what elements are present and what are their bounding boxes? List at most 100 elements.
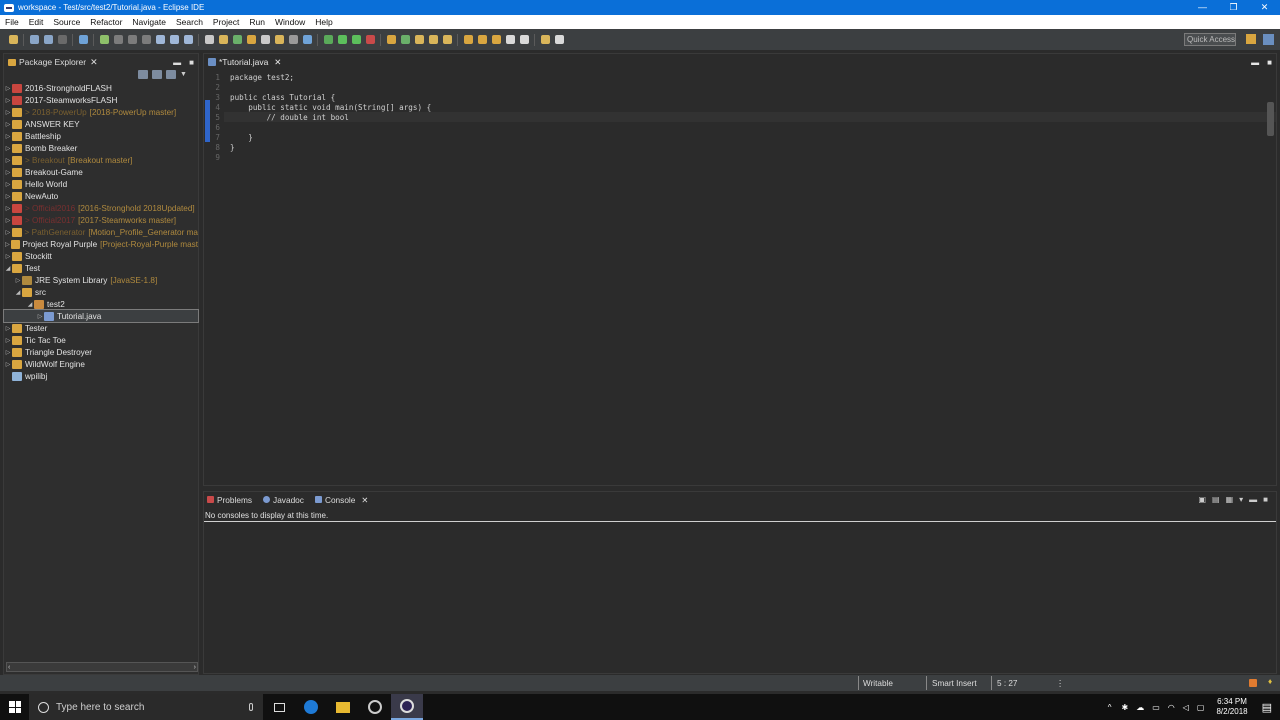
new-java-project-icon[interactable]	[246, 35, 256, 44]
windows-start-icon[interactable]	[9, 701, 21, 713]
refresh-icon[interactable]	[400, 35, 410, 44]
scroll-right-icon[interactable]: ›	[194, 664, 196, 671]
list-item[interactable]: ▷ Triangle Destroyer	[4, 346, 198, 358]
list-item[interactable]: ▷ WildWolf Engine	[4, 358, 198, 370]
list-item[interactable]: ◢ src	[4, 286, 198, 298]
build-icon[interactable]	[386, 35, 396, 44]
maximize-view-icon[interactable]: ■	[1267, 58, 1272, 67]
list-item[interactable]: ▷ NewAuto	[4, 190, 198, 202]
list-item[interactable]: ▷ > Official2017 [2017-Steamworks master]	[4, 214, 198, 226]
expand-arrow-icon[interactable]: ▷	[4, 337, 12, 344]
expand-arrow-icon[interactable]: ▷	[14, 277, 22, 284]
list-item[interactable]: ▷ ANSWER KEY	[4, 118, 198, 130]
new-class-icon[interactable]	[232, 35, 242, 44]
expand-arrow-icon[interactable]: ▷	[4, 169, 12, 176]
collapse-arrow-icon[interactable]: ◢	[4, 265, 12, 272]
run-icon[interactable]	[337, 35, 347, 44]
navigate-forward-icon[interactable]	[554, 35, 564, 44]
step-over-icon[interactable]	[169, 35, 179, 44]
save-all-icon[interactable]	[43, 35, 53, 44]
menu-window[interactable]: Window	[270, 17, 310, 27]
menu-help[interactable]: Help	[310, 17, 337, 27]
pen-icon[interactable]	[442, 35, 452, 44]
volume-icon[interactable]: ◁	[1183, 703, 1189, 712]
taskbar-search-box[interactable]: Type here to search	[29, 694, 263, 720]
close-icon[interactable]: ✕	[274, 57, 281, 68]
pin-console-icon[interactable]: ▤	[1212, 495, 1220, 504]
expand-arrow-icon[interactable]: ▷	[4, 97, 12, 104]
package-explorer-tab[interactable]: Package Explorer	[19, 57, 86, 67]
collapse-arrow-icon[interactable]: ◢	[26, 301, 34, 308]
cloud-icon[interactable]: ☁	[1136, 703, 1144, 712]
skip-breakpoints-icon[interactable]	[78, 35, 88, 44]
expand-arrow-icon[interactable]: ▷	[4, 145, 12, 152]
chrome-browser-icon[interactable]	[359, 694, 391, 720]
eclipse-taskbar-icon[interactable]	[391, 694, 423, 720]
tab-problems[interactable]: Problems	[204, 495, 252, 505]
java-perspective-icon[interactable]	[1263, 34, 1274, 45]
list-item[interactable]: ▷ 2017-SteamworksFLASH	[4, 94, 198, 106]
open-type-icon[interactable]	[260, 35, 270, 44]
battery-icon[interactable]: ▭	[1152, 703, 1160, 712]
list-item[interactable]: ◢ test2	[4, 298, 198, 310]
expand-arrow-icon[interactable]: ▷	[4, 157, 12, 164]
menu-refactor[interactable]: Refactor	[85, 17, 127, 27]
expand-arrow-icon[interactable]: ▷	[4, 85, 12, 92]
close-icon[interactable]: ✕	[361, 495, 368, 505]
expand-arrow-icon[interactable]: ▷	[36, 313, 44, 320]
open-perspective-icon[interactable]	[1246, 34, 1256, 44]
menu-file[interactable]: File	[0, 17, 24, 27]
tab-console[interactable]: Console ✕	[312, 495, 368, 505]
tab-tutorial-java[interactable]: *Tutorial.java	[219, 57, 268, 67]
notification-icon[interactable]: ▤	[1262, 701, 1272, 714]
file-explorer-icon[interactable]	[327, 694, 359, 720]
open-task-icon[interactable]	[274, 35, 284, 44]
new-icon[interactable]	[8, 35, 18, 44]
monitor-icon[interactable]: ▢	[1197, 703, 1205, 712]
menu-run[interactable]: Run	[244, 17, 270, 27]
collapse-arrow-icon[interactable]: ◢	[14, 289, 22, 296]
print-icon[interactable]	[57, 35, 67, 44]
list-item[interactable]: wpilibj	[4, 370, 198, 382]
maximize-view-icon[interactable]: ■	[1263, 495, 1268, 504]
link-with-editor-icon[interactable]	[152, 70, 162, 79]
chevron-down-icon[interactable]: ▼	[180, 70, 190, 79]
expand-arrow-icon[interactable]: ▷	[4, 325, 12, 332]
list-item-selected[interactable]: ▷ Tutorial.java	[3, 309, 199, 323]
list-item[interactable]: ▷ Breakout-Game	[4, 166, 198, 178]
expand-arrow-icon[interactable]: ▷	[4, 121, 12, 128]
rss-icon[interactable]	[1249, 679, 1257, 687]
save-icon[interactable]	[29, 35, 39, 44]
expand-arrow-icon[interactable]: ▷	[4, 181, 12, 188]
last-edit-icon[interactable]	[491, 35, 501, 44]
list-item[interactable]: ◢ Test	[4, 262, 198, 274]
minimize-button[interactable]: —	[1187, 0, 1218, 15]
expand-arrow-icon[interactable]: ▷	[4, 205, 12, 212]
minimize-view-icon[interactable]: ▬	[1251, 58, 1259, 67]
external-tools-icon[interactable]	[365, 35, 375, 44]
pin-editor-icon[interactable]	[540, 35, 550, 44]
list-item[interactable]: ▷ JRE System Library [JavaSE-1.8]	[4, 274, 198, 286]
list-item[interactable]: ▷ > Official2016 [2016-Stronghold 2018Upda…	[4, 202, 198, 214]
vertical-scrollbar[interactable]	[1267, 102, 1274, 136]
open-project-icon[interactable]	[428, 35, 438, 44]
close-icon[interactable]: ✕	[90, 57, 98, 68]
display-console-icon[interactable]: ▣	[1198, 495, 1206, 504]
taskbar-clock[interactable]: 6:34 PM 8/2/2018	[1216, 697, 1247, 717]
expand-arrow-icon[interactable]: ▷	[4, 217, 12, 224]
list-item[interactable]: ▷ Stockitt	[4, 250, 198, 262]
code-editor[interactable]: 1 package test2; 2 3 public class Tutorial…	[204, 72, 1264, 485]
menu-navigate[interactable]: Navigate	[127, 17, 171, 27]
collapse-all-icon[interactable]	[138, 70, 148, 79]
view-menu-icon[interactable]	[166, 70, 176, 79]
lightbulb-icon[interactable]: ♦	[1268, 677, 1272, 686]
list-item[interactable]: ▷ > Breakout [Breakout master]	[4, 154, 198, 166]
previous-annotation-icon[interactable]	[477, 35, 487, 44]
next-annotation-icon[interactable]	[463, 35, 473, 44]
expand-arrow-icon[interactable]: ▷	[4, 109, 12, 116]
scroll-left-icon[interactable]: ‹	[8, 664, 10, 671]
menu-search[interactable]: Search	[171, 17, 208, 27]
menu-project[interactable]: Project	[208, 17, 244, 27]
toggle-mark-icon[interactable]	[302, 35, 312, 44]
chevron-up-icon[interactable]: ^	[1108, 703, 1112, 712]
